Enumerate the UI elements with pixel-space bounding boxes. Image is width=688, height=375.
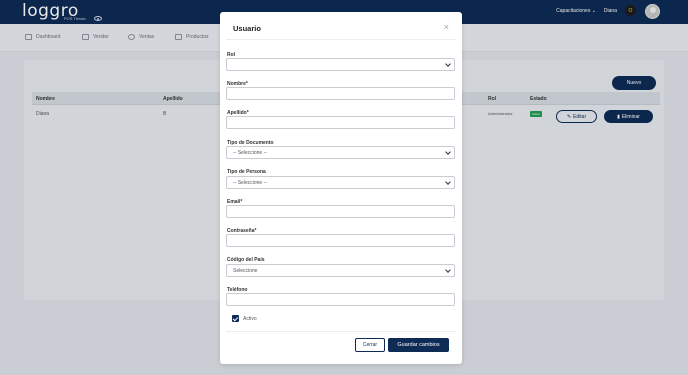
divider bbox=[226, 39, 456, 40]
tipo-persona-value: -- Seleccione -- bbox=[233, 180, 267, 186]
tipo-persona-select[interactable]: -- Seleccione -- bbox=[226, 176, 455, 189]
activo-label: Activo bbox=[243, 316, 257, 322]
telefono-field[interactable] bbox=[226, 293, 455, 306]
modal-title: Usuario bbox=[233, 24, 261, 33]
divider bbox=[226, 331, 456, 332]
cancel-button[interactable]: Cerrar bbox=[355, 338, 385, 352]
codigo-pais-select[interactable]: Seleccione bbox=[226, 264, 455, 277]
save-button[interactable]: Guardar cambios bbox=[388, 338, 449, 352]
user-modal: Usuario × Rol Nombre* Apellido* Tipo de … bbox=[220, 12, 462, 364]
codigo-pais-label: Código del País bbox=[227, 257, 265, 263]
rol-select[interactable] bbox=[226, 58, 455, 71]
apellido-input[interactable] bbox=[226, 116, 455, 129]
nombre-input[interactable] bbox=[226, 87, 455, 100]
tipo-documento-value: -- Seleccione -- bbox=[233, 150, 267, 156]
close-icon[interactable]: × bbox=[444, 23, 449, 32]
tipo-documento-select[interactable]: -- Seleccione -- bbox=[226, 146, 455, 159]
chevron-down-icon bbox=[445, 267, 451, 273]
activo-checkbox[interactable] bbox=[232, 315, 239, 322]
chevron-down-icon bbox=[445, 61, 451, 67]
password-field[interactable] bbox=[226, 234, 455, 247]
tipo-persona-label: Tipo de Persona bbox=[227, 169, 266, 175]
chevron-down-icon bbox=[445, 149, 451, 155]
codigo-pais-value: Seleccione bbox=[233, 268, 258, 274]
email-field[interactable] bbox=[226, 205, 455, 218]
chevron-down-icon bbox=[445, 179, 451, 185]
